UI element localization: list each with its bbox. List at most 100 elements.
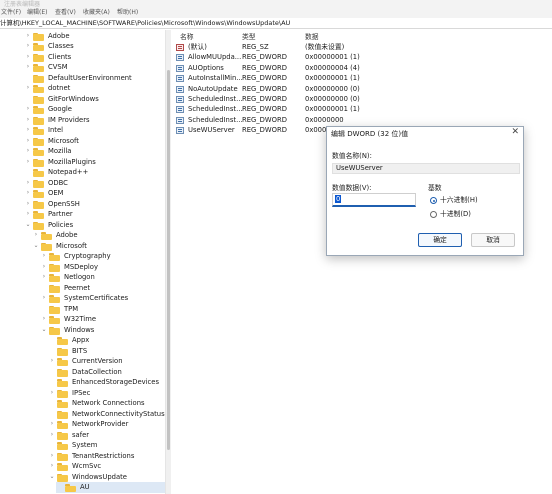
tree-item[interactable]: System: [48, 440, 165, 451]
tree-item[interactable]: Appx: [48, 335, 165, 346]
chevron-right-icon[interactable]: ›: [24, 157, 32, 168]
tree-item[interactable]: › Google: [24, 104, 165, 115]
value-data-input[interactable]: 0: [332, 193, 416, 207]
radio-unselected-icon[interactable]: [430, 211, 437, 218]
tree-item[interactable]: › Mozilla: [24, 146, 165, 157]
tree-item-label[interactable]: W32Time: [64, 314, 96, 325]
tree-item[interactable]: › OpenSSH: [24, 199, 165, 210]
tree-item-label[interactable]: Appx: [72, 335, 89, 346]
tree-item[interactable]: › Adobe: [24, 31, 165, 42]
tree-item-label[interactable]: Microsoft: [48, 136, 79, 147]
tree-item[interactable]: Peernet: [40, 283, 165, 294]
tree-item[interactable]: › IPSec: [48, 388, 165, 399]
tree-item-label[interactable]: MSDeploy: [64, 262, 98, 273]
tree-item[interactable]: TPM: [40, 304, 165, 315]
value-row[interactable]: AutoInstallMin... REG_DWORD 0x00000001 (1): [172, 73, 552, 83]
tree-item[interactable]: › MSDeploy: [40, 262, 165, 273]
tree-item-label[interactable]: Google: [48, 104, 72, 115]
radio-dec-label[interactable]: 十进制(D): [440, 209, 471, 219]
chevron-right-icon[interactable]: ›: [24, 115, 32, 126]
chevron-right-icon[interactable]: ›: [24, 209, 32, 220]
tree-item[interactable]: › Intel: [24, 125, 165, 136]
tree-item-label[interactable]: OpenSSH: [48, 199, 80, 210]
menu-help[interactable]: 帮助(H): [117, 8, 138, 18]
tree-item-label[interactable]: WcmSvc: [72, 461, 101, 472]
chevron-right-icon[interactable]: ›: [48, 419, 56, 430]
tree-item[interactable]: › safer: [48, 430, 165, 441]
tree-item-label[interactable]: Classes: [48, 41, 74, 52]
radio-hex-label[interactable]: 十六进制(H): [440, 195, 478, 205]
ok-button[interactable]: 确定: [418, 233, 462, 247]
tree-item[interactable]: Network Connections: [48, 398, 165, 409]
tree-item-label[interactable]: Intel: [48, 125, 63, 136]
tree-item[interactable]: › CVSM: [24, 62, 165, 73]
tree-item[interactable]: › OEM: [24, 188, 165, 199]
tree-item[interactable]: AU: [56, 482, 165, 493]
chevron-right-icon[interactable]: ›: [32, 230, 40, 241]
tree-item[interactable]: › Classes: [24, 41, 165, 52]
tree-item-label[interactable]: IM Providers: [48, 115, 90, 126]
tree-item-label[interactable]: AU: [80, 482, 90, 493]
tree-item-label[interactable]: CVSM: [48, 62, 68, 73]
tree-item[interactable]: › NetworkProvider: [48, 419, 165, 430]
tree-item-label[interactable]: Partner: [48, 209, 73, 220]
tree-item-label[interactable]: IPSec: [72, 388, 90, 399]
chevron-down-icon[interactable]: ⌄: [24, 220, 32, 231]
value-row[interactable]: ScheduledInst... REG_DWORD 0x00000000 (0): [172, 94, 552, 104]
tree-item[interactable]: › MozillaPlugins: [24, 157, 165, 168]
tree-item[interactable]: NetworkConnectivityStatusIndi: [48, 409, 165, 420]
chevron-down-icon[interactable]: ⌄: [48, 472, 56, 483]
tree-scrollbar-thumb[interactable]: [167, 70, 170, 450]
tree-item[interactable]: › TenantRestrictions: [48, 451, 165, 462]
tree-item-label[interactable]: Mozilla: [48, 146, 71, 157]
tree-item-label[interactable]: Microsoft: [56, 241, 87, 252]
chevron-right-icon[interactable]: ›: [40, 293, 48, 304]
tree-item[interactable]: › SystemCertificates: [40, 293, 165, 304]
tree-item[interactable]: › Partner: [24, 209, 165, 220]
tree-item[interactable]: ⌄ WindowsUpdate: [48, 472, 165, 483]
menu-favorites[interactable]: 收藏夹(A): [83, 8, 110, 18]
tree-item[interactable]: BITS: [48, 346, 165, 357]
tree-item[interactable]: EnhancedStorageDevices: [48, 377, 165, 388]
tree-item[interactable]: › IM Providers: [24, 115, 165, 126]
tree-item-label[interactable]: ODBC: [48, 178, 68, 189]
tree-item-label[interactable]: SystemCertificates: [64, 293, 128, 304]
tree-item[interactable]: ⌄ Windows: [40, 325, 165, 336]
menu-view[interactable]: 查看(V): [55, 8, 76, 18]
chevron-right-icon[interactable]: ›: [48, 451, 56, 462]
tree-item-label[interactable]: Windows: [64, 325, 94, 336]
menu-file[interactable]: 文件(F): [1, 8, 21, 18]
tree-item-label[interactable]: DefaultUserEnvironment: [48, 73, 132, 84]
tree-item-label[interactable]: Policies: [48, 220, 73, 231]
tree-item-label[interactable]: EnhancedStorageDevices: [72, 377, 159, 388]
tree-item[interactable]: GitForWindows: [24, 94, 165, 105]
chevron-right-icon[interactable]: ›: [48, 461, 56, 472]
tree-item-label[interactable]: WindowsUpdate: [72, 472, 127, 483]
chevron-right-icon[interactable]: ›: [48, 430, 56, 441]
value-row[interactable]: AUOptions REG_DWORD 0x00000004 (4): [172, 63, 552, 73]
tree-item[interactable]: › ODBC: [24, 178, 165, 189]
column-header-name[interactable]: 名称: [180, 31, 194, 41]
tree-item-label[interactable]: OEM: [48, 188, 64, 199]
chevron-right-icon[interactable]: ›: [24, 146, 32, 157]
value-row[interactable]: (默认) REG_SZ (数值未设置): [172, 42, 552, 52]
chevron-right-icon[interactable]: ›: [24, 83, 32, 94]
chevron-right-icon[interactable]: ›: [24, 178, 32, 189]
chevron-right-icon[interactable]: ›: [24, 125, 32, 136]
tree-item-label[interactable]: DataCollection: [72, 367, 122, 378]
chevron-down-icon[interactable]: ⌄: [32, 241, 40, 252]
tree-item[interactable]: ⌄ Policies: [24, 220, 165, 231]
tree-item-label[interactable]: NetworkProvider: [72, 419, 128, 430]
tree-item[interactable]: › Cryptography: [40, 251, 165, 262]
tree-item[interactable]: DataCollection: [48, 367, 165, 378]
tree-item-label[interactable]: Netlogon: [64, 272, 95, 283]
tree-item-label[interactable]: Cryptography: [64, 251, 111, 262]
tree-item-label[interactable]: MozillaPlugins: [48, 157, 96, 168]
tree-item-label[interactable]: dotnet: [48, 83, 70, 94]
tree-item-label[interactable]: Notepad++: [48, 167, 88, 178]
tree-item-label[interactable]: TPM: [64, 304, 78, 315]
column-header-type[interactable]: 类型: [242, 31, 256, 41]
chevron-right-icon[interactable]: ›: [24, 199, 32, 210]
chevron-right-icon[interactable]: ›: [24, 62, 32, 73]
value-row[interactable]: AllowMUUpda... REG_DWORD 0x00000001 (1): [172, 52, 552, 62]
